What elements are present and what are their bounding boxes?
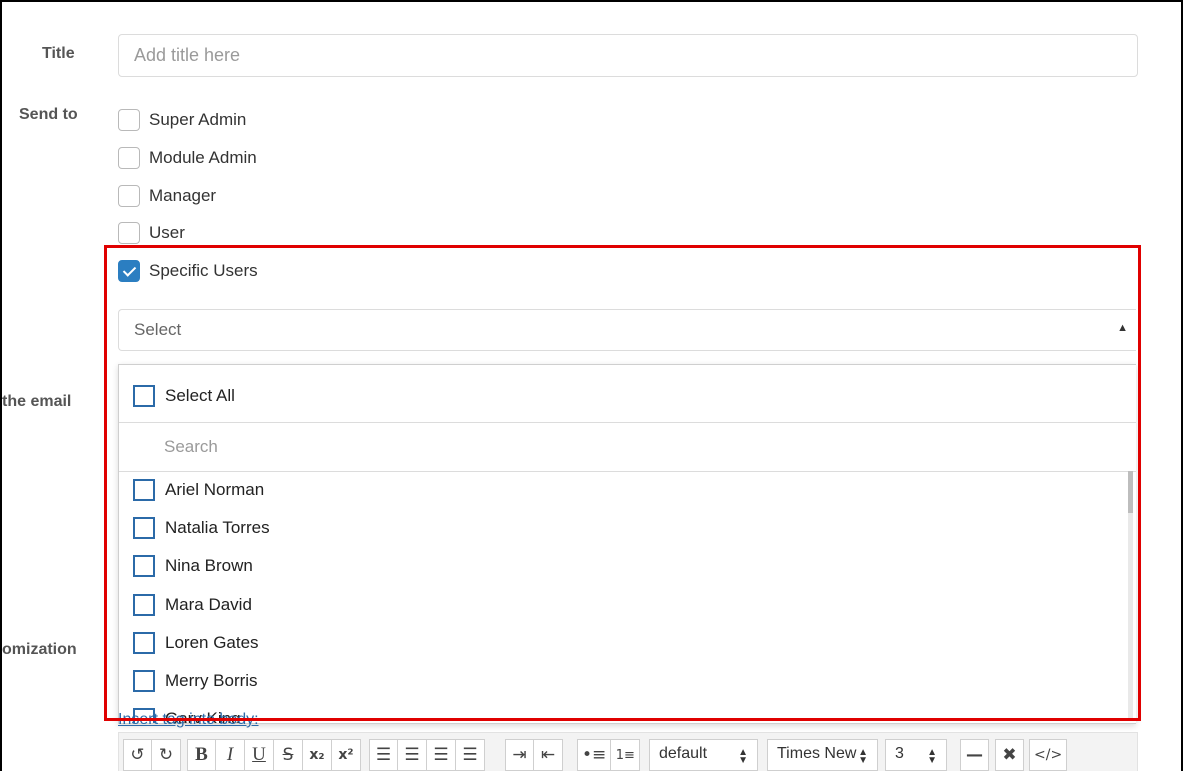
checkbox[interactable] [118,147,140,169]
select-arrows-icon: ▲ ▼ [738,747,748,766]
divider [119,471,1136,472]
user-dropdown-panel: Select All Ariel Norman Natalia Torres N… [118,364,1136,724]
user-name: Ariel Norman [165,480,265,499]
indent-icon[interactable]: ⇥ [505,739,534,771]
horizontal-rule-icon[interactable]: — [960,739,989,771]
checkbox[interactable] [118,109,140,131]
numbered-list-icon[interactable]: 1≡ [611,739,641,771]
user-name: Mara David [165,595,252,614]
indent-group: ⇥ ⇤ [505,739,563,771]
user-option[interactable]: Nina Brown [133,555,253,577]
italic-icon[interactable]: I [216,739,245,771]
select-all-option[interactable]: Select All [133,385,235,407]
select-placeholder: Select [134,320,182,339]
code-group: </> [1029,739,1068,771]
align-right-icon[interactable]: ☰ [427,739,456,771]
text-style-group: B I U S x₂ x² [187,739,361,771]
align-center-icon[interactable]: ☰ [398,739,427,771]
bold-icon[interactable]: B [187,739,216,771]
role-super-admin[interactable]: Super Admin [118,108,246,132]
bulleted-list-icon[interactable]: •≡ [577,739,612,771]
checkbox[interactable] [133,385,155,407]
misc-group: — [960,739,989,771]
role-user[interactable]: User [118,221,185,245]
history-group: ↺ ↻ [123,739,181,771]
insert-tag-link[interactable]: Insert tag into body: [118,711,259,729]
checkbox[interactable] [133,479,155,501]
checkbox[interactable] [133,670,155,692]
undo-icon[interactable]: ↺ [123,739,152,771]
user-option[interactable]: Ariel Norman [133,479,264,501]
user-option[interactable]: Mara David [133,594,252,616]
role-label: Manager [149,186,217,205]
form-frame: Title Send to Super Admin Module Admin M… [0,0,1183,771]
role-label: Specific Users [149,261,258,280]
code-view-icon[interactable]: </> [1029,739,1068,771]
clear-group: ✖ [995,739,1024,771]
list-group: •≡ 1≡ [577,739,641,771]
role-module-admin[interactable]: Module Admin [118,146,257,170]
checkbox[interactable] [118,185,140,207]
select-arrows-icon: ▲ ▼ [927,747,937,766]
editor-toolbar: ↺ ↻ B I U S x₂ x² ☰ ☰ ☰ ☰ ⇥ ⇤ •≡ 1≡ defa… [118,732,1138,771]
size-select[interactable]: 3 ▲ ▼ [885,739,947,771]
role-label: User [149,223,185,242]
format-select[interactable]: default ▲ ▼ [649,739,758,771]
align-group: ☰ ☰ ☰ ☰ [369,739,485,771]
email-label: the email [2,393,72,410]
user-name: Merry Borris [165,671,258,690]
user-option[interactable]: Merry Borris [133,670,258,692]
align-justify-icon[interactable]: ☰ [456,739,485,771]
checkbox-checked[interactable] [118,260,140,282]
role-specific-users[interactable]: Specific Users [118,259,258,283]
clear-format-icon[interactable]: ✖ [995,739,1024,771]
send-to-label: Send to [19,106,78,123]
outdent-icon[interactable]: ⇤ [534,739,563,771]
role-label: Module Admin [149,148,257,167]
caret-up-icon: ▲ [1117,322,1128,334]
checkbox[interactable] [118,222,140,244]
subscript-icon[interactable]: x₂ [303,739,332,771]
user-multiselect[interactable]: Select ▲ [118,309,1136,351]
title-input[interactable] [118,34,1138,77]
font-select-value: Times New Roman [777,745,858,762]
redo-icon[interactable]: ↻ [152,739,181,771]
checkbox[interactable] [133,632,155,654]
size-select-value: 3 [895,745,904,762]
user-name: Nina Brown [165,556,253,575]
font-select[interactable]: Times New Roman ▲▼ [767,739,878,771]
select-arrows-icon: ▲ ▼ [858,747,868,766]
checkbox[interactable] [133,594,155,616]
underline-icon[interactable]: U [245,739,274,771]
role-label: Super Admin [149,110,247,129]
dropdown-scrollbar-thumb[interactable] [1128,471,1133,513]
user-name: Loren Gates [165,633,259,652]
customization-label: omization [2,641,77,658]
superscript-icon[interactable]: x² [332,739,361,771]
user-name: Natalia Torres [165,518,270,537]
user-search-input[interactable] [119,423,1136,471]
select-all-label: Select All [165,386,235,405]
user-option[interactable]: Natalia Torres [133,517,270,539]
title-label: Title [42,45,75,62]
user-option[interactable]: Loren Gates [133,632,259,654]
format-select-value: default [659,745,708,762]
checkbox[interactable] [133,555,155,577]
checkbox[interactable] [133,517,155,539]
role-manager[interactable]: Manager [118,184,216,208]
align-left-icon[interactable]: ☰ [369,739,398,771]
strikethrough-icon[interactable]: S [274,739,303,771]
